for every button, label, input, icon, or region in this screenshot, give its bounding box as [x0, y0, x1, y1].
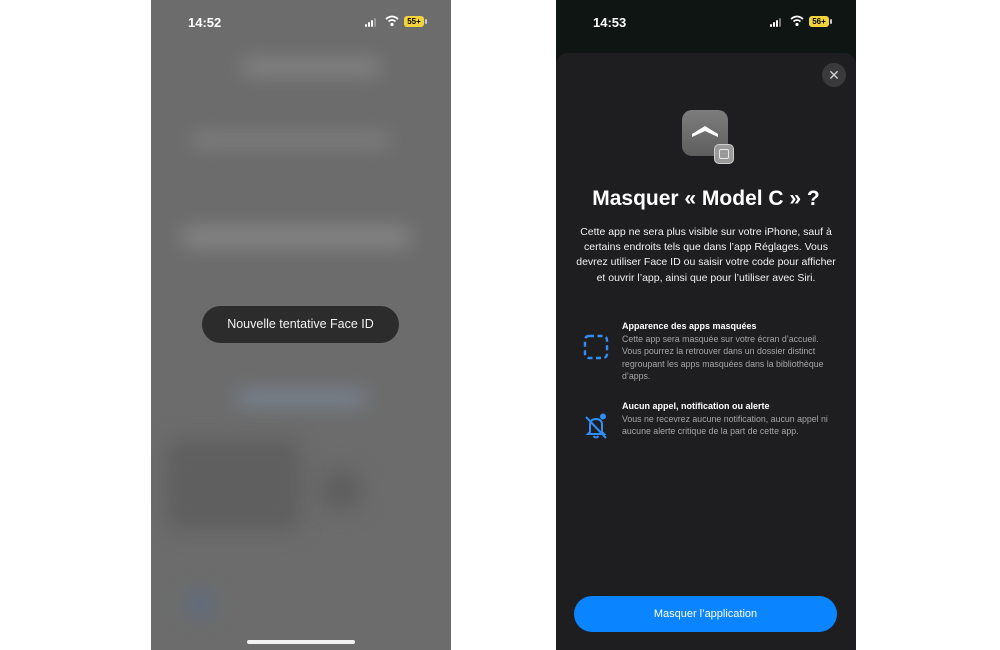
blurred-content	[321, 470, 361, 510]
wifi-icon	[385, 15, 399, 27]
chevron-up-icon	[692, 126, 718, 137]
home-indicator[interactable]	[247, 640, 355, 644]
blurred-content	[191, 135, 391, 145]
status-time: 14:53	[593, 15, 627, 30]
bell-slash-icon	[585, 413, 607, 439]
battery-icon: 56+	[809, 16, 832, 27]
app-icon	[682, 110, 734, 164]
feature-title: Apparence des apps masquées	[622, 321, 757, 331]
status-bar: 14:52 55+	[151, 0, 451, 44]
blurred-content	[186, 590, 214, 618]
face-id-toast: Nouvelle tentative Face ID	[202, 306, 399, 343]
blurred-content	[236, 392, 366, 404]
status-bar: 14:53 56+	[556, 0, 856, 44]
blurred-content	[241, 60, 381, 74]
sheet-description: Cette app ne sera plus visible sur votre…	[576, 226, 836, 284]
wifi-icon	[790, 15, 804, 27]
hide-app-sheet: ✕ Masquer « Model C » ? Cette app ne ser…	[556, 53, 856, 650]
feature-title: Aucun appel, notification ou alerte	[622, 401, 770, 411]
hide-app-button[interactable]: Masquer l’application	[574, 596, 837, 632]
close-icon: ✕	[828, 67, 840, 83]
hidden-badge-icon	[714, 144, 734, 164]
blurred-content	[181, 228, 411, 246]
dashed-square-icon	[583, 334, 609, 360]
blurred-content	[166, 440, 301, 530]
sheet-title: Masquer « Model C » ?	[592, 187, 820, 210]
feature-text: Cette app sera masquée sur votre écran d…	[622, 334, 824, 381]
feature-text: Vous ne recevrez aucune notification, au…	[622, 414, 828, 437]
cellular-signal-icon	[365, 17, 378, 27]
cellular-signal-icon	[770, 17, 783, 27]
status-time: 14:52	[188, 15, 222, 30]
phone-screen-left: 14:52 55+ Nouvelle tentative Face ID	[151, 0, 451, 650]
close-button[interactable]: ✕	[822, 63, 846, 87]
battery-icon: 55+	[404, 16, 427, 27]
phone-screen-right: 14:53 56+ ✕ Masquer « Model C » ? Cette …	[556, 0, 856, 650]
